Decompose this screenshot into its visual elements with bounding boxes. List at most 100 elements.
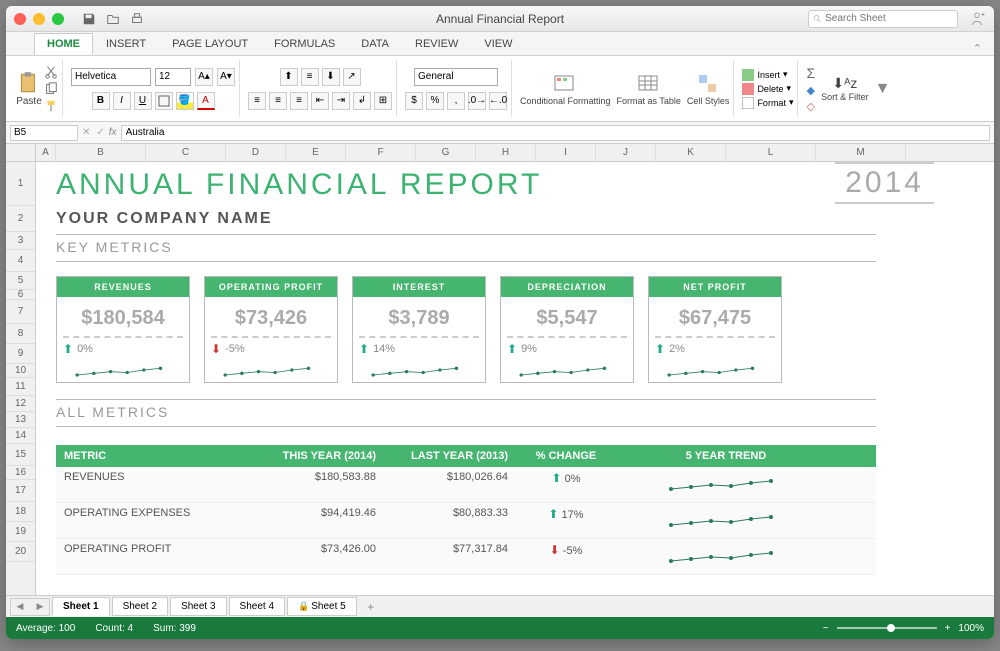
sheet-tab[interactable]: Sheet 4 xyxy=(229,597,285,616)
row-header[interactable]: 1 xyxy=(6,162,35,206)
fx-label[interactable]: fx xyxy=(109,127,117,138)
cell-styles-button[interactable]: Cell Styles xyxy=(687,72,730,106)
bold-button[interactable]: B xyxy=(92,92,110,110)
col-header[interactable]: F xyxy=(346,144,416,161)
indent-increase-icon[interactable]: ⇥ xyxy=(332,92,350,110)
col-header[interactable]: E xyxy=(286,144,346,161)
spreadsheet-grid[interactable]: A B C D E F G H I J K L M 1 2 3 4 5 6 7 … xyxy=(6,144,994,595)
col-header[interactable]: B xyxy=(56,144,146,161)
formula-input[interactable] xyxy=(121,125,990,141)
border-button[interactable] xyxy=(155,92,173,110)
sheet-tab[interactable]: Sheet 2 xyxy=(112,597,168,616)
col-header[interactable]: D xyxy=(226,144,286,161)
cancel-formula-icon[interactable]: ✕ xyxy=(82,127,90,138)
sheet-tab[interactable]: Sheet 1 xyxy=(52,597,110,616)
align-middle-icon[interactable]: ≡ xyxy=(301,68,319,86)
decrease-font-icon[interactable]: A▾ xyxy=(217,68,235,86)
conditional-formatting-button[interactable]: Conditional Formatting xyxy=(520,72,611,106)
share-icon[interactable] xyxy=(968,10,986,28)
col-header[interactable]: H xyxy=(476,144,536,161)
col-header[interactable]: J xyxy=(596,144,656,161)
col-header[interactable]: A xyxy=(36,144,56,161)
col-header[interactable]: M xyxy=(816,144,906,161)
tab-page-layout[interactable]: PAGE LAYOUT xyxy=(159,33,261,55)
sheet-tab[interactable]: 🔒Sheet 5 xyxy=(287,597,357,616)
clear-icon[interactable]: ◇ xyxy=(806,100,815,113)
insert-cells-button[interactable]: Insert ▾ xyxy=(742,69,793,81)
row-header[interactable]: 16 xyxy=(6,466,35,480)
number-format-select[interactable] xyxy=(414,68,498,86)
align-right-icon[interactable]: ≡ xyxy=(290,92,308,110)
format-as-table-button[interactable]: Format as Table xyxy=(617,72,681,106)
close-button[interactable] xyxy=(14,13,26,25)
row-header[interactable]: 9 xyxy=(6,344,35,364)
currency-icon[interactable]: $ xyxy=(405,92,423,110)
minimize-button[interactable] xyxy=(33,13,45,25)
delete-cells-button[interactable]: Delete ▾ xyxy=(742,83,793,95)
row-header[interactable]: 3 xyxy=(6,232,35,250)
indent-decrease-icon[interactable]: ⇤ xyxy=(311,92,329,110)
sort-filter-button[interactable]: ⬇ᴬᴢ Sort & Filter xyxy=(821,75,869,102)
format-cells-button[interactable]: Format ▾ xyxy=(742,97,793,109)
merge-cells-icon[interactable]: ⊞ xyxy=(374,92,392,110)
select-all-corner[interactable] xyxy=(6,144,36,162)
align-center-icon[interactable]: ≡ xyxy=(269,92,287,110)
col-header[interactable]: L xyxy=(726,144,816,161)
sheet-next-icon[interactable]: ▶ xyxy=(31,599,49,615)
increase-font-icon[interactable]: A▴ xyxy=(195,68,213,86)
row-header[interactable]: 8 xyxy=(6,324,35,344)
print-icon[interactable] xyxy=(130,12,144,26)
align-bottom-icon[interactable]: ⬇ xyxy=(322,68,340,86)
percent-icon[interactable]: % xyxy=(426,92,444,110)
row-header[interactable]: 15 xyxy=(6,444,35,466)
align-left-icon[interactable]: ≡ xyxy=(248,92,266,110)
col-header[interactable]: C xyxy=(146,144,226,161)
row-header[interactable]: 5 xyxy=(6,272,35,290)
row-header[interactable]: 14 xyxy=(6,428,35,444)
zoom-out-icon[interactable]: − xyxy=(823,623,829,634)
font-family-select[interactable] xyxy=(71,68,151,86)
autosum-icon[interactable]: Σ xyxy=(806,65,815,81)
save-icon[interactable] xyxy=(82,12,96,26)
font-color-button[interactable]: A xyxy=(197,92,215,110)
accept-formula-icon[interactable]: ✓ xyxy=(96,127,104,138)
decimal-increase-icon[interactable]: .0→ xyxy=(468,92,486,110)
wrap-text-icon[interactable]: ↲ xyxy=(353,92,371,110)
zoom-slider[interactable] xyxy=(837,627,937,629)
row-header[interactable]: 4 xyxy=(6,250,35,272)
row-header[interactable]: 7 xyxy=(6,300,35,324)
tab-home[interactable]: HOME xyxy=(34,33,93,55)
collapse-ribbon-icon[interactable]: ⌃ xyxy=(973,42,982,55)
sheet-prev-icon[interactable]: ◀ xyxy=(11,599,29,615)
col-header[interactable]: K xyxy=(656,144,726,161)
orientation-icon[interactable]: ↗ xyxy=(343,68,361,86)
col-header[interactable]: G xyxy=(416,144,476,161)
maximize-button[interactable] xyxy=(52,13,64,25)
row-header[interactable]: 20 xyxy=(6,542,35,562)
col-header[interactable]: I xyxy=(536,144,596,161)
font-size-select[interactable] xyxy=(155,68,191,86)
zoom-controls[interactable]: − + 100% xyxy=(823,623,984,634)
cut-icon[interactable] xyxy=(44,65,58,79)
align-top-icon[interactable]: ⬆ xyxy=(280,68,298,86)
row-header[interactable]: 19 xyxy=(6,522,35,542)
tab-insert[interactable]: INSERT xyxy=(93,33,159,55)
zoom-in-icon[interactable]: + xyxy=(945,623,951,634)
row-header[interactable]: 13 xyxy=(6,412,35,428)
sheet-tab[interactable]: Sheet 3 xyxy=(170,597,226,616)
search-box[interactable] xyxy=(808,10,958,28)
underline-button[interactable]: U xyxy=(134,92,152,110)
row-header[interactable]: 17 xyxy=(6,480,35,502)
tab-formulas[interactable]: FORMULAS xyxy=(261,33,348,55)
comma-icon[interactable]: , xyxy=(447,92,465,110)
row-header[interactable]: 10 xyxy=(6,364,35,378)
format-painter-icon[interactable] xyxy=(44,99,58,113)
row-header[interactable]: 2 xyxy=(6,206,35,232)
tab-data[interactable]: DATA xyxy=(348,33,402,55)
add-sheet-button[interactable]: + xyxy=(361,600,381,614)
paste-button[interactable]: Paste xyxy=(16,70,42,107)
row-header[interactable]: 6 xyxy=(6,290,35,300)
fill-color-button[interactable]: 🪣 xyxy=(176,92,194,110)
search-input[interactable] xyxy=(825,13,953,24)
copy-icon[interactable] xyxy=(44,82,58,96)
